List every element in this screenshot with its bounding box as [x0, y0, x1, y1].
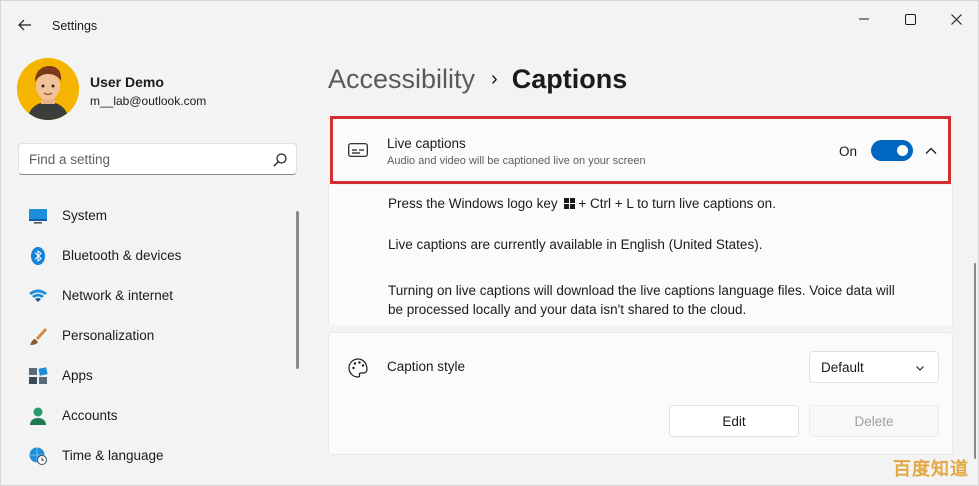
sidebar-item-accounts[interactable]: Accounts — [18, 396, 288, 436]
caption-style-dropdown[interactable]: Default — [809, 351, 939, 383]
sidebar-nav: System Bluetooth & devices Network & int… — [18, 196, 288, 476]
toggle-state-label: On — [839, 144, 858, 159]
close-button[interactable] — [933, 7, 979, 31]
live-captions-details: Press the Windows logo key + Ctrl + L to… — [328, 185, 953, 325]
sidebar-item-network[interactable]: Network & internet — [18, 276, 288, 316]
sidebar-item-apps[interactable]: Apps — [18, 356, 288, 396]
sidebar-item-label: Personalization — [62, 328, 155, 343]
live-captions-toggle[interactable] — [871, 140, 913, 161]
live-captions-title: Live captions — [387, 136, 466, 151]
maximize-button[interactable] — [887, 7, 933, 31]
back-button[interactable] — [11, 13, 39, 37]
caption-style-selected: Default — [821, 360, 864, 375]
brush-icon — [30, 328, 47, 345]
caption-style-label: Caption style — [387, 359, 466, 374]
sidebar-item-time-language[interactable]: Time & language — [18, 436, 288, 476]
user-profile[interactable]: User Demo m__lab@outlook.com — [17, 58, 297, 122]
privacy-text: Turning on live captions will download t… — [388, 283, 895, 317]
close-icon — [950, 13, 962, 25]
breadcrumb-parent[interactable]: Accessibility — [328, 64, 475, 95]
sidebar-item-label: Time & language — [62, 448, 164, 463]
toggle-knob — [897, 145, 908, 156]
page-title: Captions — [511, 63, 628, 94]
search-input[interactable] — [29, 150, 259, 168]
palette-icon — [348, 358, 368, 378]
live-captions-description: Audio and video will be captioned live o… — [387, 155, 646, 167]
avatar — [17, 58, 79, 120]
maximize-icon — [904, 13, 916, 25]
breadcrumb: Accessibility › Captions — [328, 59, 627, 99]
bluetooth-icon — [31, 247, 45, 265]
globe-clock-icon — [29, 447, 47, 465]
settings-window: Settings User Demo m__lab@outlook.com Fi… — [0, 0, 979, 486]
watermark-logo: 百度知道 — [893, 459, 969, 480]
sidebar-item-system[interactable]: System — [18, 196, 288, 236]
minimize-button[interactable] — [841, 7, 887, 31]
app-title: Settings — [52, 19, 98, 33]
shortcut-instruction: Press the Windows logo key + Ctrl + L to… — [388, 194, 776, 213]
live-captions-card[interactable]: Live captions Audio and video will be ca… — [330, 116, 951, 184]
wifi-icon — [29, 289, 47, 302]
main-scrollbar[interactable] — [974, 263, 976, 459]
sidebar-item-personalization[interactable]: Personalization — [18, 316, 288, 356]
windows-logo-icon — [564, 198, 576, 209]
availability-text: Live captions are currently available in… — [388, 237, 763, 252]
search-icon[interactable] — [272, 152, 288, 168]
chevron-up-icon[interactable] — [923, 143, 939, 159]
edit-button[interactable]: Edit — [669, 405, 799, 437]
monitor-icon — [29, 209, 47, 224]
sidebar-item-label: Apps — [62, 368, 93, 383]
search-box[interactable] — [18, 143, 297, 175]
user-name: User Demo — [90, 74, 164, 90]
user-email: m__lab@outlook.com — [90, 94, 207, 108]
avatar-icon — [17, 58, 79, 120]
shortcut-text-pre: Press the Windows logo key — [388, 196, 558, 211]
sidebar-item-label: System — [62, 208, 108, 223]
back-arrow-icon — [18, 19, 31, 31]
captions-icon — [348, 143, 368, 157]
caption-style-card: Caption style Default Edit Delete — [328, 332, 953, 455]
apps-icon — [29, 367, 48, 384]
sidebar-item-label: Bluetooth & devices — [62, 248, 182, 263]
title-bar: Settings — [1, 1, 979, 49]
shortcut-text-post: + Ctrl + L to turn live captions on. — [578, 196, 776, 211]
chevron-down-icon — [916, 366, 924, 371]
delete-button[interactable]: Delete — [809, 405, 939, 437]
sidebar-item-label: Accounts — [62, 408, 118, 423]
person-icon — [30, 407, 46, 425]
sidebar-item-bluetooth[interactable]: Bluetooth & devices — [18, 236, 288, 276]
sidebar-item-label: Network & internet — [62, 288, 174, 303]
minimize-icon — [859, 18, 869, 20]
sidebar-scrollbar[interactable] — [296, 211, 299, 369]
breadcrumb-separator: › — [491, 67, 498, 90]
